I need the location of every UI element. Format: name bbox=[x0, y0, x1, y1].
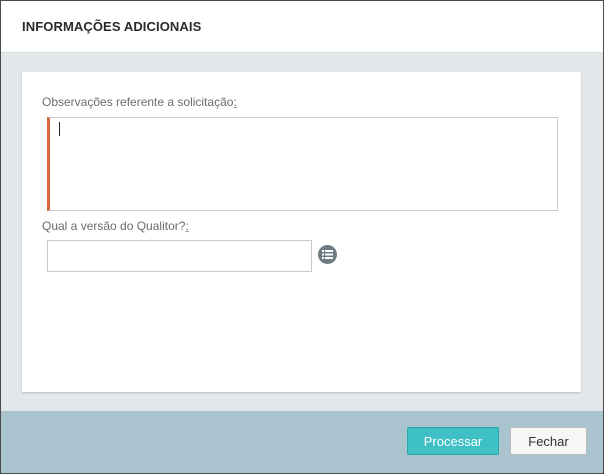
observacoes-label: Observações referente a solicitação: bbox=[42, 95, 237, 109]
text-caret bbox=[59, 122, 60, 136]
dialog-footer: Processar Fechar bbox=[1, 411, 603, 473]
dialog-header: INFORMAÇÕES ADICIONAIS bbox=[1, 1, 603, 53]
dialog-title: INFORMAÇÕES ADICIONAIS bbox=[22, 19, 202, 34]
form-card: Observações referente a solicitação: Qua… bbox=[22, 72, 581, 392]
observacoes-textarea[interactable] bbox=[47, 117, 558, 211]
dialog-body: Observações referente a solicitação: Qua… bbox=[1, 53, 603, 411]
additional-info-dialog: INFORMAÇÕES ADICIONAIS Observações refer… bbox=[0, 0, 604, 474]
versao-label: Qual a versão do Qualitor?: bbox=[42, 219, 189, 233]
versao-input[interactable] bbox=[47, 240, 312, 272]
close-button[interactable]: Fechar bbox=[510, 427, 587, 455]
list-icon[interactable] bbox=[318, 245, 337, 264]
process-button[interactable]: Processar bbox=[407, 427, 499, 455]
